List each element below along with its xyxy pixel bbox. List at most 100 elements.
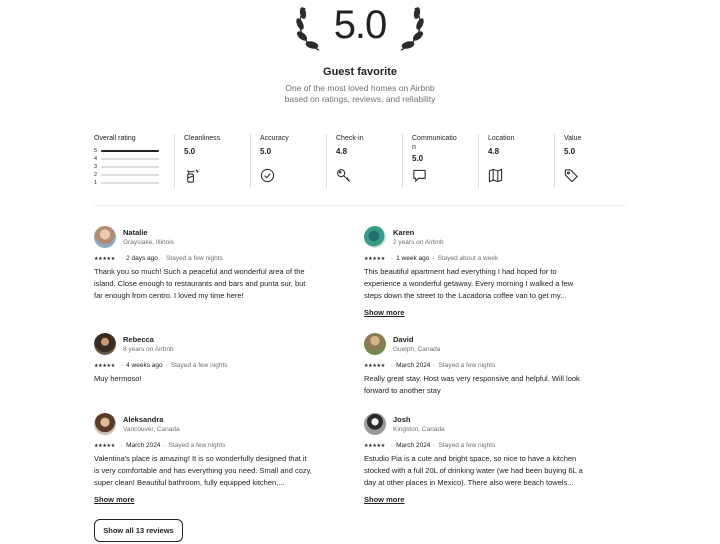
review-card: David Guelph, Canada ★★★★★ · March 2024 …	[364, 332, 584, 397]
category-label: Communicatio n	[412, 135, 457, 151]
stay-length: Stayed a few nights	[166, 255, 223, 262]
rating-bar-track	[101, 182, 159, 184]
review-rating-line: ★★★★★ · 2 days ago · Stayed a few nights	[94, 255, 314, 262]
review-date: 1 week ago	[396, 255, 430, 262]
rating-bar-star: 2	[94, 172, 98, 178]
laurel-right-icon	[400, 7, 424, 51]
review-text: Really great stay. Host was very respons…	[364, 374, 580, 395]
rating-bar-row: 2	[94, 171, 174, 179]
category-communication: Communicatio n 5.0	[402, 134, 478, 188]
star-rating: ★★★★★	[94, 362, 115, 369]
spray-bottle-icon	[186, 169, 199, 183]
reviewer-location: Grayslake, Illinois	[123, 238, 174, 246]
review-header: Rebecca 8 years on Airbnb	[94, 332, 314, 356]
review-text: Estudio Pia is a cute and bright space, …	[364, 454, 583, 487]
separator: ·	[433, 442, 436, 449]
separator: ·	[390, 442, 394, 449]
star-rating: ★★★★★	[94, 255, 115, 262]
show-all-reviews-button[interactable]: Show all 13 reviews	[94, 519, 183, 542]
separator: ·	[390, 255, 394, 262]
show-more-link[interactable]: Show more	[364, 495, 404, 504]
rating-bar-track	[101, 174, 159, 176]
map-icon	[488, 168, 503, 183]
stay-length: Stayed a few nights	[170, 362, 228, 369]
category-accuracy: Accuracy 5.0	[250, 134, 326, 188]
category-cleanliness: Cleanliness 5.0	[174, 134, 250, 188]
category-value: 4.8	[488, 147, 500, 156]
review-text: Valentina's place is amazing! It is so w…	[94, 454, 312, 487]
stay-length: Stayed a few nights	[438, 442, 496, 449]
section-divider	[94, 205, 626, 206]
category-value: 5.0	[184, 147, 196, 156]
rating-bar-row: 3	[94, 163, 174, 171]
stay-length: Stayed a few nights	[168, 442, 226, 449]
rating-bar-star: 4	[94, 156, 98, 162]
reviewer-name: Josh	[393, 414, 411, 424]
reviewer-name: David	[393, 334, 414, 344]
review-header: David Guelph, Canada	[364, 332, 584, 356]
category-check-in: Check-in 4.8	[326, 134, 402, 188]
reviewer-location: Kingston, Canada	[393, 425, 445, 433]
separator: ·	[120, 442, 124, 449]
rating-bar-row: 5	[94, 147, 174, 155]
rating-distribution: 5 4 3 2 1	[94, 147, 174, 187]
review-date: 2 days ago	[126, 255, 158, 262]
review-rating-line: ★★★★★ · March 2024 · Stayed a few nights	[94, 442, 314, 449]
separator: ·	[165, 362, 168, 369]
rating-bar-track	[101, 166, 159, 168]
review-header: Karen 2 years on Airbnb	[364, 225, 584, 249]
review-header: Josh Kingston, Canada	[364, 412, 584, 436]
show-more-link[interactable]: Show more	[94, 495, 134, 504]
avatar[interactable]	[94, 226, 116, 248]
review-card: Rebecca 8 years on Airbnb ★★★★★ · 4 week…	[94, 332, 314, 385]
review-text: Muy hermoso!	[94, 374, 142, 383]
review-header: Natalie Grayslake, Illinois	[94, 225, 314, 249]
rating-bar-fill	[101, 150, 159, 152]
avatar[interactable]	[94, 333, 116, 355]
category-value: 5.0	[564, 147, 576, 156]
star-rating: ★★★★★	[364, 362, 385, 369]
review-text: This beautiful apartment had everything …	[364, 267, 574, 300]
guest-favorite-header: 5.0 Guest favorite One of the most loved…	[0, 0, 720, 110]
review-date: March 2024	[126, 442, 161, 449]
avatar[interactable]	[364, 226, 386, 248]
rating-bar-star: 1	[94, 180, 98, 186]
separator: ·	[390, 362, 394, 369]
review-date: March 2024	[396, 442, 431, 449]
show-more-link[interactable]: Show more	[364, 308, 404, 317]
reviewer-name: Karen	[393, 227, 415, 237]
rating-bar-track	[101, 150, 159, 152]
star-rating: ★★★★★	[364, 442, 385, 449]
reviewer-info: Aleksandra Vancouver, Canada	[123, 415, 180, 434]
rating-bar-star: 5	[94, 148, 98, 154]
review-header: Aleksandra Vancouver, Canada	[94, 412, 314, 436]
reviewer-info: Josh Kingston, Canada	[393, 415, 445, 434]
reviewer-tenure: 2 years on Airbnb	[393, 238, 444, 246]
avatar[interactable]	[364, 413, 386, 435]
subtitle-line: One of the most loved homes on Airbnb	[285, 83, 435, 93]
reviewer-name: Aleksandra	[123, 414, 164, 424]
separator: ·	[120, 255, 124, 262]
check-circle-icon	[260, 168, 275, 183]
avatar[interactable]	[364, 333, 386, 355]
separator: ·	[432, 255, 435, 262]
reviewer-info: Rebecca 8 years on Airbnb	[123, 335, 174, 354]
guest-favorite-subtitle: One of the most loved homes on Airbnb ba…	[270, 83, 450, 105]
review-card: Aleksandra Vancouver, Canada ★★★★★ · Mar…	[94, 412, 314, 507]
review-rating-line: ★★★★★ · March 2024 · Stayed a few nights	[364, 442, 584, 449]
star-rating: ★★★★★	[94, 442, 115, 449]
reviewer-location: Vancouver, Canada	[123, 425, 180, 433]
category-value-rating: Value 5.0	[554, 134, 626, 188]
review-date: 4 weeks ago	[126, 362, 163, 369]
review-card: Karen 2 years on Airbnb ★★★★★ · 1 week a…	[364, 225, 584, 320]
stay-length: Stayed a few nights	[438, 362, 496, 369]
avatar[interactable]	[94, 413, 116, 435]
review-rating-line: ★★★★★ · 4 weeks ago · Stayed a few night…	[94, 362, 314, 369]
rating-bar-row: 4	[94, 155, 174, 163]
category-label: Value	[564, 135, 582, 142]
category-label: Check-in	[336, 135, 364, 142]
reviewer-info: Karen 2 years on Airbnb	[393, 228, 444, 247]
category-ratings: Overall rating 5 4 3 2 1 Cleanliness 5.0…	[94, 134, 626, 188]
separator: ·	[120, 362, 124, 369]
chat-bubble-icon	[413, 169, 426, 183]
